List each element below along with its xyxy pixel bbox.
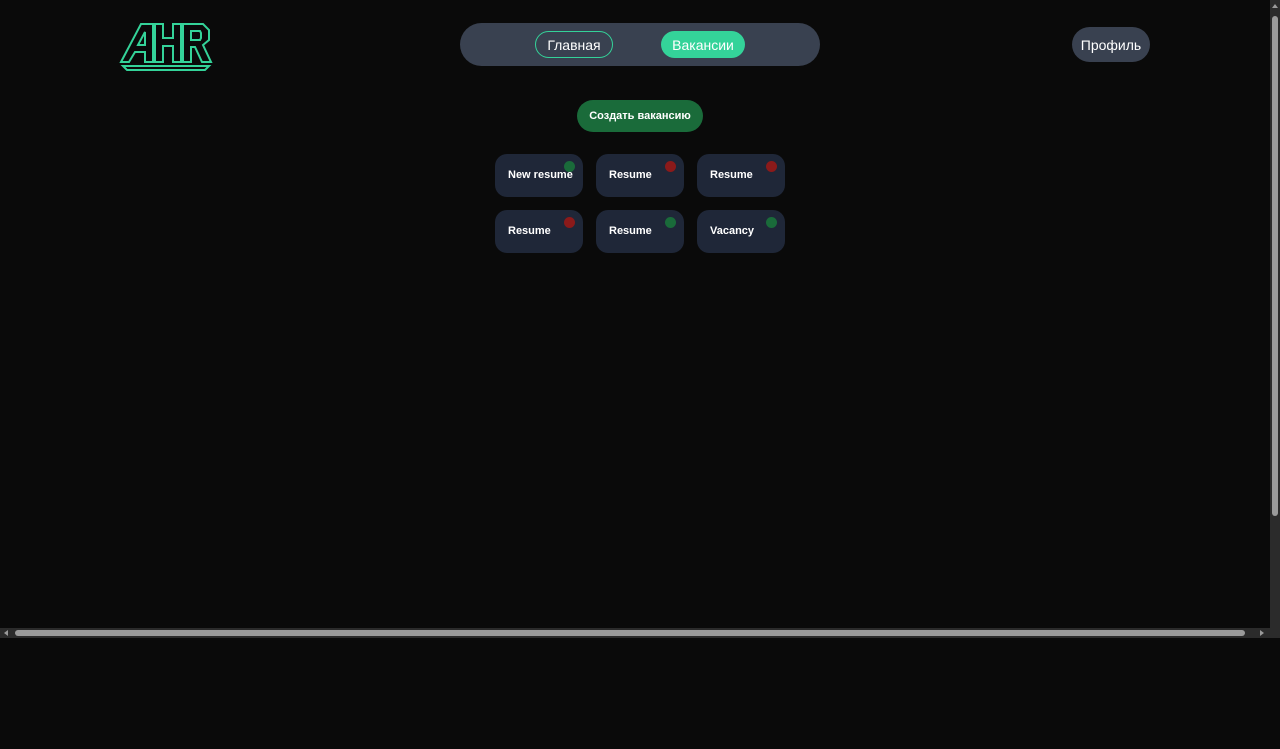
card-label: Resume	[609, 225, 652, 237]
status-dot-red-icon	[564, 217, 575, 228]
tab-vacancies[interactable]: Вакансии	[661, 31, 745, 58]
main-nav: Главная Вакансии	[460, 23, 820, 66]
horizontal-scrollbar[interactable]	[0, 628, 1280, 638]
page-viewport: Главная Вакансии Профиль Создать ваканси…	[0, 0, 1270, 628]
profile-button[interactable]: Профиль	[1072, 27, 1150, 62]
scroll-right-arrow-icon[interactable]	[1260, 630, 1264, 636]
card-label: Vacancy	[710, 225, 755, 237]
card-label: Resume	[508, 225, 551, 237]
card-resume[interactable]: Resume	[495, 210, 583, 253]
scroll-left-arrow-icon[interactable]	[4, 630, 8, 636]
card-label: Resume	[710, 169, 753, 181]
card-resume[interactable]: Resume	[596, 210, 684, 253]
logo[interactable]	[119, 20, 213, 72]
card-label: New resume	[508, 169, 573, 181]
status-dot-red-icon	[766, 161, 777, 172]
vertical-scroll-thumb[interactable]	[1272, 16, 1278, 516]
status-dot-green-icon	[564, 161, 575, 172]
scroll-up-arrow-icon[interactable]	[1272, 4, 1278, 8]
card-vacancy[interactable]: Vacancy	[697, 210, 785, 253]
vertical-scrollbar[interactable]	[1270, 0, 1280, 628]
card-resume[interactable]: Resume	[596, 154, 684, 197]
card-new-resume[interactable]: New resume	[495, 154, 583, 197]
card-label: Resume	[609, 169, 652, 181]
status-dot-green-icon	[665, 217, 676, 228]
card-resume[interactable]: Resume	[697, 154, 785, 197]
tab-home[interactable]: Главная	[535, 31, 613, 58]
empty-area	[0, 638, 1280, 749]
ahr-logo-icon	[119, 23, 213, 71]
status-dot-green-icon	[766, 217, 777, 228]
horizontal-scroll-thumb[interactable]	[15, 630, 1245, 636]
status-dot-red-icon	[665, 161, 676, 172]
create-vacancy-button[interactable]: Создать вакансию	[577, 100, 703, 132]
